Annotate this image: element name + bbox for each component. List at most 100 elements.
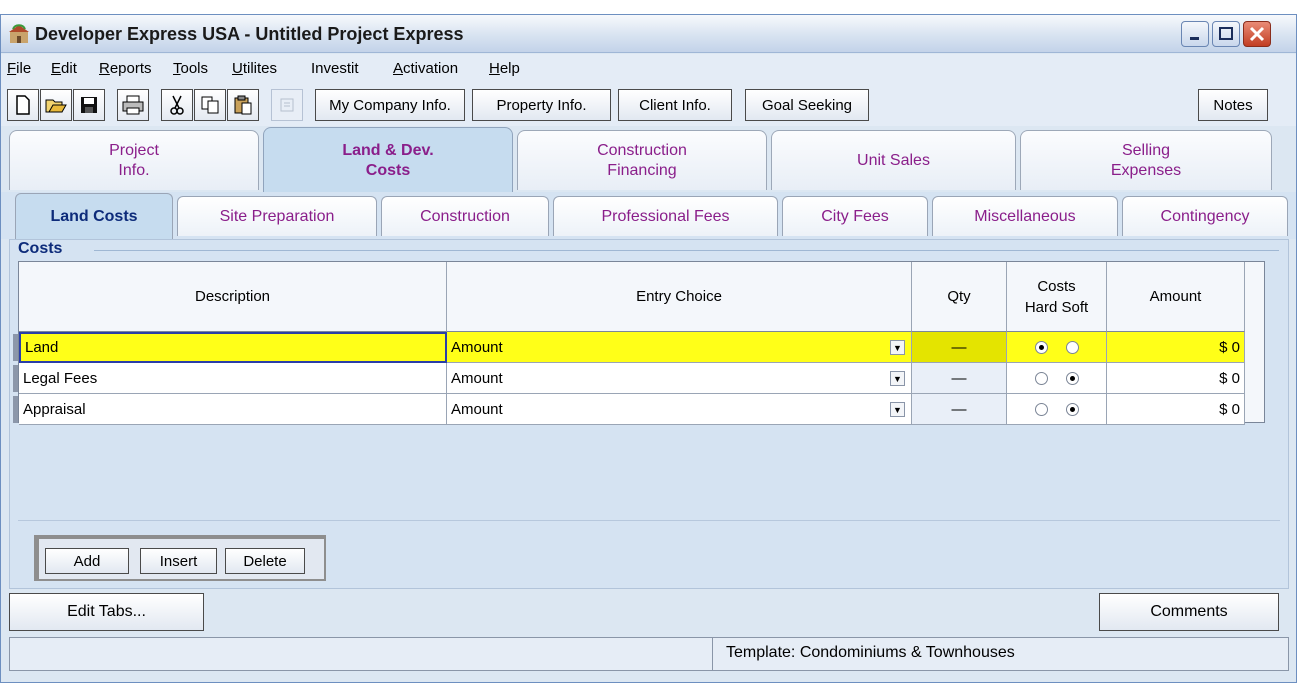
table-row[interactable]: Legal Fees Amount ▼ — $ 0 xyxy=(13,363,1264,394)
open-button[interactable] xyxy=(40,89,72,121)
my-company-info-button[interactable]: My Company Info. xyxy=(315,89,465,121)
description-cell[interactable]: Legal Fees xyxy=(19,363,447,394)
col-header-amount[interactable]: Amount xyxy=(1107,262,1245,332)
insert-button[interactable]: Insert xyxy=(140,548,217,574)
copy-button[interactable] xyxy=(194,89,226,121)
subtab-construction[interactable]: Construction xyxy=(381,196,549,236)
row-handle[interactable] xyxy=(13,334,18,361)
close-button[interactable] xyxy=(1243,21,1271,47)
hard-radio[interactable] xyxy=(1034,402,1048,416)
toolbar: My Company Info. Property Info. Client I… xyxy=(1,84,1296,126)
entry-choice-select[interactable]: Amount ▼ xyxy=(447,394,912,425)
disabled-doc-button[interactable] xyxy=(271,89,303,121)
paste-button[interactable] xyxy=(227,89,259,121)
table-row[interactable]: Land Amount ▼ — $ 0 xyxy=(13,332,1264,363)
col-header-qty[interactable]: Qty xyxy=(912,262,1007,332)
cut-icon xyxy=(170,95,184,115)
costs-panel: Costs Description Entry Choice Qty Costs… xyxy=(9,239,1289,589)
cut-button[interactable] xyxy=(161,89,193,121)
print-button[interactable] xyxy=(117,89,149,121)
open-icon xyxy=(45,99,67,113)
paste-icon xyxy=(234,95,252,115)
comments-button[interactable]: Comments xyxy=(1099,593,1279,631)
amount-cell[interactable]: $ 0 xyxy=(1107,394,1245,425)
soft-radio[interactable] xyxy=(1065,402,1079,416)
col-header-costs-title: Costs xyxy=(1037,277,1076,295)
minimize-button[interactable] xyxy=(1181,21,1209,47)
menu-reports[interactable]: Reports xyxy=(99,60,152,77)
tab-unit-sales[interactable]: Unit Sales xyxy=(771,130,1016,190)
window-title: Developer Express USA - Untitled Project… xyxy=(35,24,464,44)
goal-seeking-button[interactable]: Goal Seeking xyxy=(745,89,869,121)
subtab-contingency[interactable]: Contingency xyxy=(1122,196,1288,236)
hard-radio[interactable] xyxy=(1034,371,1048,385)
delete-button[interactable]: Delete xyxy=(225,548,305,574)
entry-choice-select[interactable]: Amount ▼ xyxy=(447,363,912,394)
divider xyxy=(18,520,1280,521)
subtab-professional-fees[interactable]: Professional Fees xyxy=(553,196,778,236)
entry-choice-select[interactable]: Amount ▼ xyxy=(447,332,912,363)
dropdown-arrow-icon[interactable]: ▼ xyxy=(890,371,905,386)
cost-type-cell xyxy=(1007,394,1107,425)
amount-cell[interactable]: $ 0 xyxy=(1107,332,1245,363)
table-row[interactable]: Appraisal Amount ▼ — $ 0 xyxy=(13,394,1264,425)
save-icon xyxy=(81,97,97,113)
menu-edit[interactable]: Edit xyxy=(51,60,77,77)
costs-grid: Description Entry Choice Qty Costs Hard S… xyxy=(13,261,1265,425)
menu-tools[interactable]: Tools xyxy=(173,60,208,77)
cost-type-cell xyxy=(1007,332,1107,363)
menu-bar: File Edit Reports Tools Utilites Investi… xyxy=(1,54,1296,84)
description-cell[interactable]: Land xyxy=(19,332,447,363)
tab-selling-expenses[interactable]: Selling Expenses xyxy=(1020,130,1272,190)
menu-utilites[interactable]: Utilites xyxy=(232,60,277,77)
qty-cell[interactable]: — xyxy=(912,363,1007,394)
description-cell[interactable]: Appraisal xyxy=(19,394,447,425)
col-header-description[interactable]: Description xyxy=(19,262,447,332)
soft-radio[interactable] xyxy=(1065,340,1079,354)
menu-activation[interactable]: Activation xyxy=(393,60,458,77)
subtab-city-fees[interactable]: City Fees xyxy=(782,196,928,236)
tab-project-info[interactable]: Project Info. xyxy=(9,130,259,190)
dropdown-arrow-icon[interactable]: ▼ xyxy=(890,402,905,417)
menu-file[interactable]: File xyxy=(7,60,31,77)
app-logo-icon xyxy=(9,24,29,43)
template-status: Template: Condominiums & Townhouses xyxy=(726,644,1015,661)
save-button[interactable] xyxy=(73,89,105,121)
menu-investit[interactable]: Investit xyxy=(311,60,359,77)
subtab-miscellaneous[interactable]: Miscellaneous xyxy=(932,196,1118,236)
subtab-land-costs[interactable]: Land Costs xyxy=(15,193,173,239)
hard-radio[interactable] xyxy=(1034,340,1048,354)
main-tabs: Project Info. Land & Dev. Costs Constructi… xyxy=(1,126,1296,194)
edit-tabs-button[interactable]: Edit Tabs... xyxy=(9,593,204,631)
qty-cell[interactable]: — xyxy=(912,332,1007,363)
tab-land-dev-costs[interactable]: Land & Dev. Costs xyxy=(263,127,513,193)
col-header-costs[interactable]: Costs Hard Soft xyxy=(1007,262,1107,332)
status-bar: Template: Condominiums & Townhouses xyxy=(9,637,1289,671)
row-handle[interactable] xyxy=(13,365,18,392)
soft-radio[interactable] xyxy=(1065,371,1079,385)
row-handle[interactable] xyxy=(13,396,18,423)
col-header-entry-choice[interactable]: Entry Choice xyxy=(447,262,912,332)
property-info-button[interactable]: Property Info. xyxy=(472,89,611,121)
tab-construction-financing[interactable]: Construction Financing xyxy=(517,130,767,190)
menu-help[interactable]: Help xyxy=(489,60,520,77)
client-info-button[interactable]: Client Info. xyxy=(618,89,732,121)
notes-button[interactable]: Notes xyxy=(1198,89,1268,121)
copy-icon xyxy=(201,96,219,114)
qty-cell[interactable]: — xyxy=(912,394,1007,425)
add-button[interactable]: Add xyxy=(45,548,129,574)
close-icon xyxy=(1249,26,1265,42)
entry-choice-value: Amount xyxy=(451,400,503,418)
costs-group-title: Costs xyxy=(18,240,69,258)
row-button-panel: Add Insert Delete xyxy=(34,535,326,581)
maximize-icon xyxy=(1219,27,1233,40)
new-icon xyxy=(16,95,30,115)
new-button[interactable] xyxy=(7,89,39,121)
amount-cell[interactable]: $ 0 xyxy=(1107,363,1245,394)
group-divider xyxy=(94,250,1279,251)
entry-choice-value: Amount xyxy=(451,369,503,387)
print-icon xyxy=(122,95,144,115)
maximize-button[interactable] xyxy=(1212,21,1240,47)
dropdown-arrow-icon[interactable]: ▼ xyxy=(890,340,905,355)
subtab-site-preparation[interactable]: Site Preparation xyxy=(177,196,377,236)
